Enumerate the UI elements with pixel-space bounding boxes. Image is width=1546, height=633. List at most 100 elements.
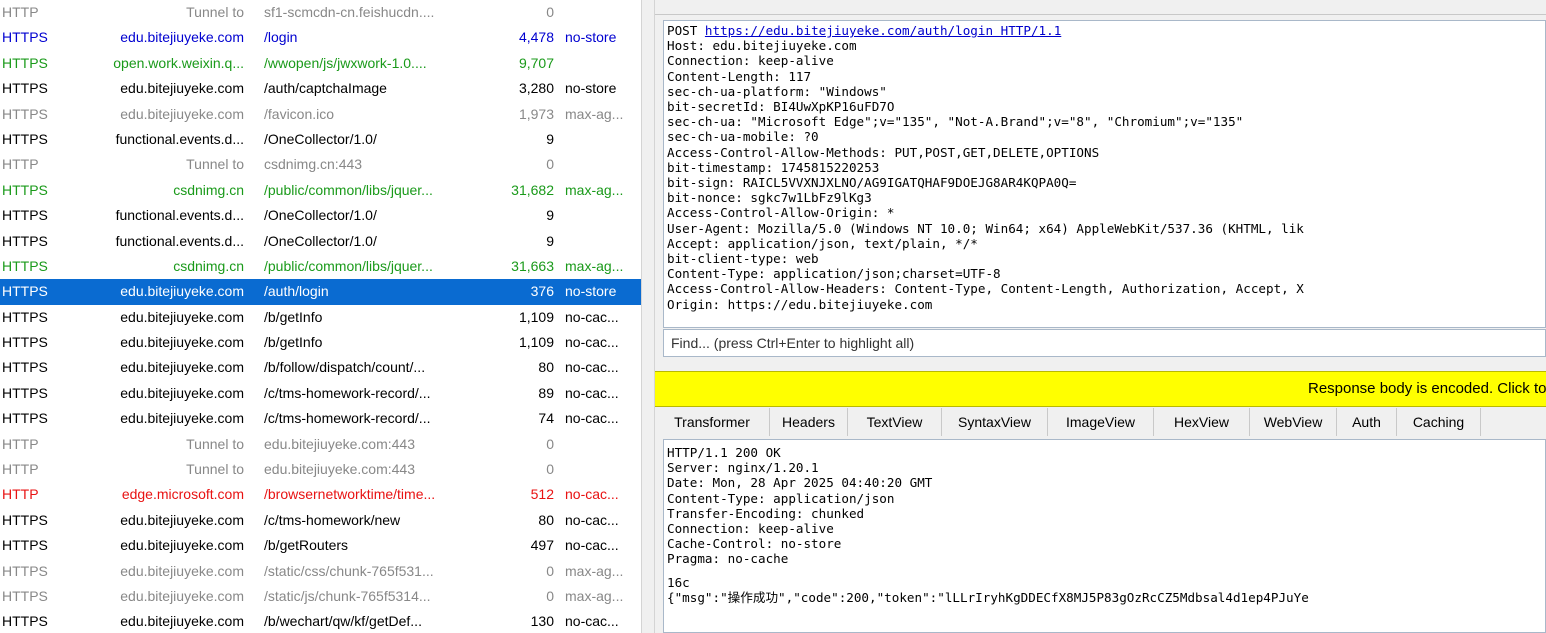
- session-protocol: HTTPS: [2, 283, 48, 300]
- session-url: edu.bitejiuyeke.com:443: [264, 435, 415, 452]
- request-header-line: bit-nonce: sgkc7w1LbFz9lKg3: [667, 190, 872, 206]
- tab-headers[interactable]: Headers: [770, 408, 848, 436]
- request-method: POST: [667, 23, 705, 38]
- session-body-size: 9: [546, 130, 554, 147]
- session-row[interactable]: HTTPS functional.events.d... /OneCollector…: [0, 127, 641, 152]
- session-row[interactable]: HTTPS edu.bitejiuyeke.com/b/getInfo 1,109 n…: [0, 330, 641, 355]
- session-caching: no-cac...: [565, 511, 619, 528]
- tab-webview[interactable]: WebView: [1250, 408, 1337, 436]
- session-protocol: HTTP: [2, 156, 39, 173]
- session-url: /c/tms-homework/new: [264, 511, 401, 528]
- session-caching: max-ag...: [565, 257, 624, 274]
- tab-syntaxview[interactable]: SyntaxView: [942, 408, 1048, 436]
- session-body-size: 0: [546, 156, 554, 173]
- tab-imageview[interactable]: ImageView: [1048, 408, 1154, 436]
- session-row[interactable]: HTTPS edu.bitejiuyeke.com/favicon.ico 1,97…: [0, 102, 641, 127]
- session-row[interactable]: HTTPS edu.bitejiuyeke.com/c/tms-homework-…: [0, 381, 641, 406]
- session-url: /b/follow/dispatch/count/...: [264, 359, 426, 376]
- session-protocol: HTTPS: [2, 80, 48, 97]
- session-url: /OneCollector/1.0/: [264, 130, 377, 147]
- response-encoded-text: Response body is encoded. Click to decod…: [1307, 380, 1546, 397]
- tab-textview[interactable]: TextView: [848, 408, 942, 436]
- tab-caching[interactable]: Caching: [1397, 408, 1481, 436]
- session-body-size: 1,109: [518, 308, 554, 325]
- request-raw-view[interactable]: POST https://edu.bitejiuyeke.com/auth/lo…: [663, 20, 1546, 328]
- session-row[interactable]: HTTPS edu.bitejiuyeke.com/auth/captchaIma…: [0, 76, 641, 101]
- response-header-line: HTTP/1.1 200 OK: [667, 445, 781, 460]
- session-row[interactable]: HTTP Tunnel to edu.bitejiuyeke.com:443 0: [0, 457, 641, 482]
- session-row[interactable]: HTTP Tunnel to edu.bitejiuyeke.com:443 0: [0, 432, 641, 457]
- session-caching: no-cac...: [565, 334, 619, 351]
- session-row[interactable]: HTTPS edu.bitejiuyeke.com/b/wechart/qw/kf…: [0, 609, 641, 633]
- response-raw-view[interactable]: HTTP/1.1 200 OK Server: nginx/1.20.1 Date:…: [663, 439, 1546, 633]
- session-host: Tunnel to: [186, 461, 244, 478]
- session-body-size: 3,280: [518, 80, 554, 97]
- session-caching: max-ag...: [565, 562, 624, 579]
- session-row[interactable]: HTTP Tunnel to sf1-scmcdn-cn.feishucdn....…: [0, 0, 641, 25]
- tab-transformer[interactable]: Transformer: [655, 408, 770, 436]
- session-url: /b/getRouters: [264, 537, 349, 554]
- session-host: edu.bitejiuyeke.com: [120, 308, 244, 325]
- session-host: edu.bitejiuyeke.com: [120, 511, 244, 528]
- session-caching: max-ag...: [565, 105, 624, 122]
- session-body-size: 80: [538, 359, 554, 376]
- session-host: edu.bitejiuyeke.com: [120, 29, 244, 46]
- session-host: edu.bitejiuyeke.com: [120, 613, 244, 630]
- session-row[interactable]: HTTPS edu.bitejiuyeke.com/static/js/chunk…: [0, 584, 641, 609]
- session-url: sf1-scmcdn-cn.feishucdn....: [264, 4, 435, 20]
- session-row[interactable]: HTTPS edu.bitejiuyeke.com/b/getRouters 497…: [0, 533, 641, 558]
- session-row[interactable]: HTTPS csdnimg.cn/public/common/libs/jquer…: [0, 178, 641, 203]
- session-caching: no-store: [565, 80, 617, 97]
- find-input[interactable]: [663, 329, 1546, 357]
- request-header-line: User-Agent: Mozilla/5.0 (Windows NT 10.0…: [667, 220, 1304, 236]
- session-row[interactable]: HTTPS csdnimg.cn/public/common/libs/jquer…: [0, 254, 641, 279]
- session-row[interactable]: HTTP edge.microsoft.com/browsernetworktim…: [0, 482, 641, 507]
- session-caching: no-store: [565, 283, 617, 300]
- session-url: /b/getInfo: [264, 308, 323, 325]
- session-row[interactable]: HTTPS edu.bitejiuyeke.com/auth/login 376 no…: [0, 279, 641, 305]
- session-row[interactable]: HTTPS functional.events.d... /OneCollector…: [0, 203, 641, 228]
- session-body-size: 74: [538, 410, 554, 427]
- tab-auth[interactable]: Auth: [1337, 408, 1397, 436]
- session-body-size: 31,663: [511, 257, 554, 274]
- session-row[interactable]: HTTPS functional.events.d... /OneCollector…: [0, 229, 641, 254]
- session-row[interactable]: HTTPS edu.bitejiuyeke.com/c/tms-homework-…: [0, 406, 641, 431]
- session-protocol: HTTPS: [2, 359, 48, 376]
- session-row[interactable]: HTTPS edu.bitejiuyeke.com/c/tms-homework/…: [0, 508, 641, 533]
- session-list[interactable]: HTTP Tunnel to sf1-scmcdn-cn.feishucdn....…: [0, 0, 641, 633]
- session-url: /login: [264, 29, 298, 46]
- session-row[interactable]: HTTPS edu.bitejiuyeke.com/b/getInfo 1,109 n…: [0, 305, 641, 330]
- session-protocol: HTTP: [2, 435, 39, 452]
- request-header-line: sec-ch-ua: "Microsoft Edge";v="135", "No…: [667, 114, 1244, 130]
- session-protocol: HTTPS: [2, 537, 48, 554]
- request-header-line: bit-timestamp: 1745815220253: [667, 159, 880, 175]
- request-header-line: bit-client-type: web: [667, 251, 819, 267]
- session-host: edu.bitejiuyeke.com: [120, 537, 244, 554]
- session-host: csdnimg.cn: [173, 181, 244, 198]
- request-headers: Host: edu.bitejiuyeke.com Connection: kee…: [667, 38, 1545, 312]
- request-header-line: Access-Control-Allow-Headers: Content-Ty…: [667, 281, 1304, 297]
- session-url: /auth/login: [264, 283, 329, 300]
- request-header-line: sec-ch-ua-mobile: ?0: [667, 129, 819, 145]
- pane-splitter[interactable]: [641, 0, 655, 633]
- request-toolbar: [655, 0, 1546, 15]
- session-host: functional.events.d...: [115, 207, 244, 224]
- session-url: /b/wechart/qw/kf/getDef...: [264, 613, 422, 630]
- session-protocol: HTTP: [2, 461, 39, 478]
- session-host: edge.microsoft.com: [121, 486, 244, 503]
- session-url: edu.bitejiuyeke.com:443: [264, 461, 415, 478]
- session-row[interactable]: HTTPS edu.bitejiuyeke.com/login 4,478 no-st…: [0, 25, 641, 50]
- session-row[interactable]: HTTP Tunnel to csdnimg.cn:443 0: [0, 152, 641, 177]
- session-caching: no-cac...: [565, 359, 619, 376]
- tab-hexview[interactable]: HexView: [1154, 408, 1250, 436]
- session-caching: no-store: [565, 29, 617, 46]
- session-body-size: 497: [530, 537, 554, 554]
- response-encoded-banner[interactable]: Response body is encoded. Click to decod…: [655, 371, 1546, 407]
- request-url-link[interactable]: https://edu.bitejiuyeke.com/auth/login H…: [705, 23, 1061, 38]
- session-row[interactable]: HTTPS open.work.weixin.q... /wwopen/js/jwx…: [0, 51, 641, 76]
- session-row[interactable]: HTTPS edu.bitejiuyeke.com/static/css/chun…: [0, 559, 641, 584]
- session-protocol: HTTPS: [2, 257, 48, 274]
- session-row[interactable]: HTTPS edu.bitejiuyeke.com/b/follow/dispat…: [0, 355, 641, 380]
- session-caching: no-cac...: [565, 537, 619, 554]
- session-protocol: HTTPS: [2, 207, 48, 224]
